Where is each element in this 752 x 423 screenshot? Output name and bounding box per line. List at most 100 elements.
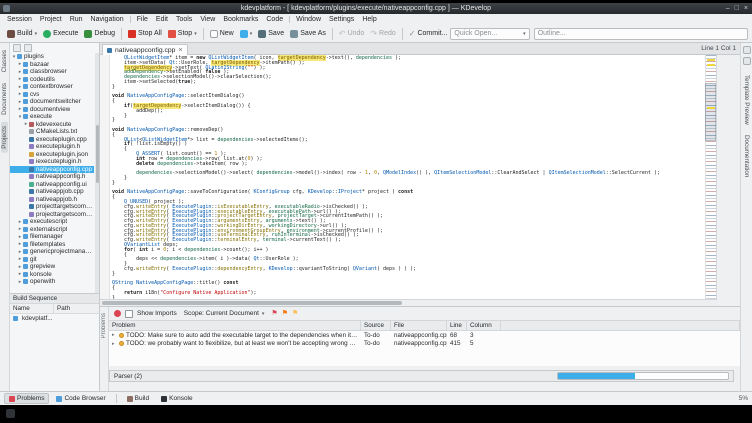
minimize-button[interactable]: – (726, 3, 730, 14)
menu-bookmarks[interactable]: Bookmarks (219, 16, 262, 23)
tree-item-bazaar[interactable]: ▸ bazaar (10, 61, 94, 69)
tree-item-kdevexecute[interactable]: ▸ kdevexecute (10, 121, 94, 129)
tree-item-filemanager[interactable]: ▸ filemanager (10, 233, 94, 241)
tree-item-executeplugin.json[interactable]: executeplugin.json (10, 151, 94, 159)
maximize-button[interactable]: □ (735, 3, 739, 14)
save-button[interactable]: Save (255, 28, 287, 40)
menu-view[interactable]: View (196, 16, 219, 23)
problems-column-problem[interactable]: Problem (109, 321, 361, 330)
hscrollbar-thumb[interactable] (102, 301, 402, 305)
projects-scrollbar[interactable] (95, 53, 99, 293)
dock-tab-template-preview[interactable]: Template Preview (743, 75, 750, 125)
titlebar[interactable]: kdevplatform - [ kdevplatform/plugins/ex… (0, 3, 752, 14)
problems-filter-icon[interactable] (114, 310, 121, 317)
tree-item-nativeappjob.cpp[interactable]: nativeappjob.cpp (10, 188, 94, 196)
tree-item-nativeappconfig.ui[interactable]: nativeappconfig.ui (10, 181, 94, 189)
tree-item-iexecuteplugin.h[interactable]: iexecuteplugin.h (10, 158, 94, 166)
menu-edit[interactable]: Edit (152, 16, 172, 23)
menu-settings[interactable]: Settings (325, 16, 358, 23)
stop-all-button[interactable]: Stop All (125, 28, 165, 40)
build-sequence-row[interactable]: kdevplatf... (10, 314, 99, 322)
scope-dropdown[interactable]: Scope: Current Document ▾ (181, 309, 268, 318)
warning-filter-icon[interactable]: ⚑ (282, 310, 288, 317)
stop-button[interactable]: Stop ▾ (165, 28, 200, 40)
show-imports-checkbox[interactable] (125, 309, 133, 318)
tree-item-genericprojectmanager[interactable]: ▸ genericprojectmanager (10, 248, 94, 256)
tree-item-filetemplates[interactable]: ▸ filetemplates (10, 241, 94, 249)
menu-tools[interactable]: Tools (172, 16, 196, 23)
tree-item-execute[interactable]: ▾ execute (10, 113, 94, 121)
dock-tab-projects[interactable]: Projects (1, 122, 8, 154)
statusbar-code-browser[interactable]: Code Browser (51, 393, 110, 404)
debug-button[interactable]: Debug (81, 28, 118, 40)
tree-item-classbrowser[interactable]: ▸ classbrowser (10, 68, 94, 76)
tree-item-codeutils[interactable]: ▸ codeutils (10, 76, 94, 84)
statusbar-konsole[interactable]: Konsole (156, 393, 198, 404)
problems-panel-handle[interactable]: Problems (100, 307, 109, 391)
statusbar-build[interactable]: Build (122, 393, 154, 404)
filter-icon[interactable] (24, 44, 32, 52)
code-editor[interactable]: QListWidgetItem* item = new QListWidgetI… (100, 55, 717, 299)
statusbar-problems[interactable]: Problems (4, 393, 50, 404)
quick-open-input[interactable]: Quick Open... ▾ (450, 27, 530, 40)
problems-column-file[interactable]: File (391, 321, 447, 330)
tree-item-executeplugin.cpp[interactable]: executeplugin.cpp (10, 136, 94, 144)
outline-input[interactable]: Outline... (533, 27, 748, 40)
tree-item-konsole[interactable]: ▸ konsole (10, 271, 94, 279)
problems-column-source[interactable]: Source (361, 321, 391, 330)
tree-item-executescript[interactable]: ▸ executescript (10, 218, 94, 226)
locate-document-icon[interactable] (13, 44, 21, 52)
dock-tab-classes[interactable]: Classes (1, 46, 8, 76)
tree-item-nativeappjob.h[interactable]: nativeappjob.h (10, 196, 94, 204)
problems-column-line[interactable]: Line (447, 321, 467, 330)
tree-item-projecttargetscombobox.h[interactable]: projecttargetscombobox.h (10, 211, 94, 219)
expander-icon[interactable]: ▸ (112, 332, 117, 338)
problem-row[interactable]: ▸ TODO: we probably want to flexibilize, … (109, 340, 740, 349)
tree-item-openwith[interactable]: ▸ openwith (10, 278, 94, 286)
menu-project[interactable]: Project (36, 16, 66, 23)
tree-item-executeplugin.h[interactable]: executeplugin.h (10, 143, 94, 151)
menu-code[interactable]: Code (262, 16, 287, 23)
minimap-scrollbar[interactable] (705, 55, 716, 299)
save-as-button[interactable]: Save As (287, 28, 329, 40)
hint-filter-icon[interactable]: ⚑ (292, 310, 298, 317)
tree-item-projecttargetscombobox.cpp[interactable]: projecttargetscombobox.cpp (10, 203, 94, 211)
menu-window[interactable]: Window (292, 16, 325, 23)
undo-button[interactable]: ↶ Undo (336, 28, 367, 40)
redo-button[interactable]: ↷ Redo (367, 28, 398, 40)
menu-session[interactable]: Session (3, 16, 36, 23)
tree-item-nativeappconfig.h[interactable]: nativeappconfig.h (10, 173, 94, 181)
close-button[interactable]: × (744, 3, 748, 14)
taskbar-item[interactable] (6, 409, 15, 418)
menu-run[interactable]: Run (66, 16, 87, 23)
tab-close-icon[interactable]: × (178, 47, 182, 54)
column-name[interactable]: Name (10, 304, 54, 313)
editor-hscrollbar[interactable] (100, 299, 717, 306)
editor-tab[interactable]: nativeappconfig.cpp × (102, 44, 188, 55)
menu-navigation[interactable]: Navigation (87, 16, 128, 23)
error-filter-icon[interactable]: ⚑ (271, 310, 277, 317)
tree-item-grepview[interactable]: ▸ grepview (10, 263, 94, 271)
minimap-thumb[interactable] (705, 83, 716, 141)
tree-item-externalscript[interactable]: ▸ externalscript (10, 226, 94, 234)
dock-tab-documents[interactable]: Documents (1, 79, 8, 119)
dock-tab-documentation[interactable]: Documentation (743, 135, 750, 177)
tree-item-nativeappconfig.cpp[interactable]: nativeappconfig.cpp (10, 165, 94, 173)
build-button[interactable]: Build ▾ (4, 28, 40, 40)
menu-help[interactable]: Help (358, 16, 380, 23)
tree-item-contextbrowser[interactable]: ▸ contextbrowser (10, 83, 94, 91)
column-path[interactable]: Path (54, 304, 99, 313)
execute-button[interactable]: Execute (40, 28, 81, 40)
tree-item-documentview[interactable]: ▸ documentview (10, 106, 94, 114)
menu-file[interactable]: File (133, 16, 152, 23)
tree-item-cvs[interactable]: ▸ cvs (10, 91, 94, 99)
tree-item-plugins[interactable]: ▾ plugins (10, 53, 94, 61)
tree-item-documentswitcher[interactable]: ▸ documentswitcher (10, 98, 94, 106)
open-button[interactable]: ▾ (237, 28, 256, 40)
split-view-icon[interactable] (742, 46, 751, 54)
scrollbar-thumb[interactable] (95, 125, 99, 183)
new-button[interactable]: New (207, 28, 237, 40)
expander-icon[interactable]: ▸ (112, 341, 117, 347)
commit-button[interactable]: ✓ Commit... (406, 28, 451, 40)
external-view-icon[interactable] (742, 57, 751, 65)
